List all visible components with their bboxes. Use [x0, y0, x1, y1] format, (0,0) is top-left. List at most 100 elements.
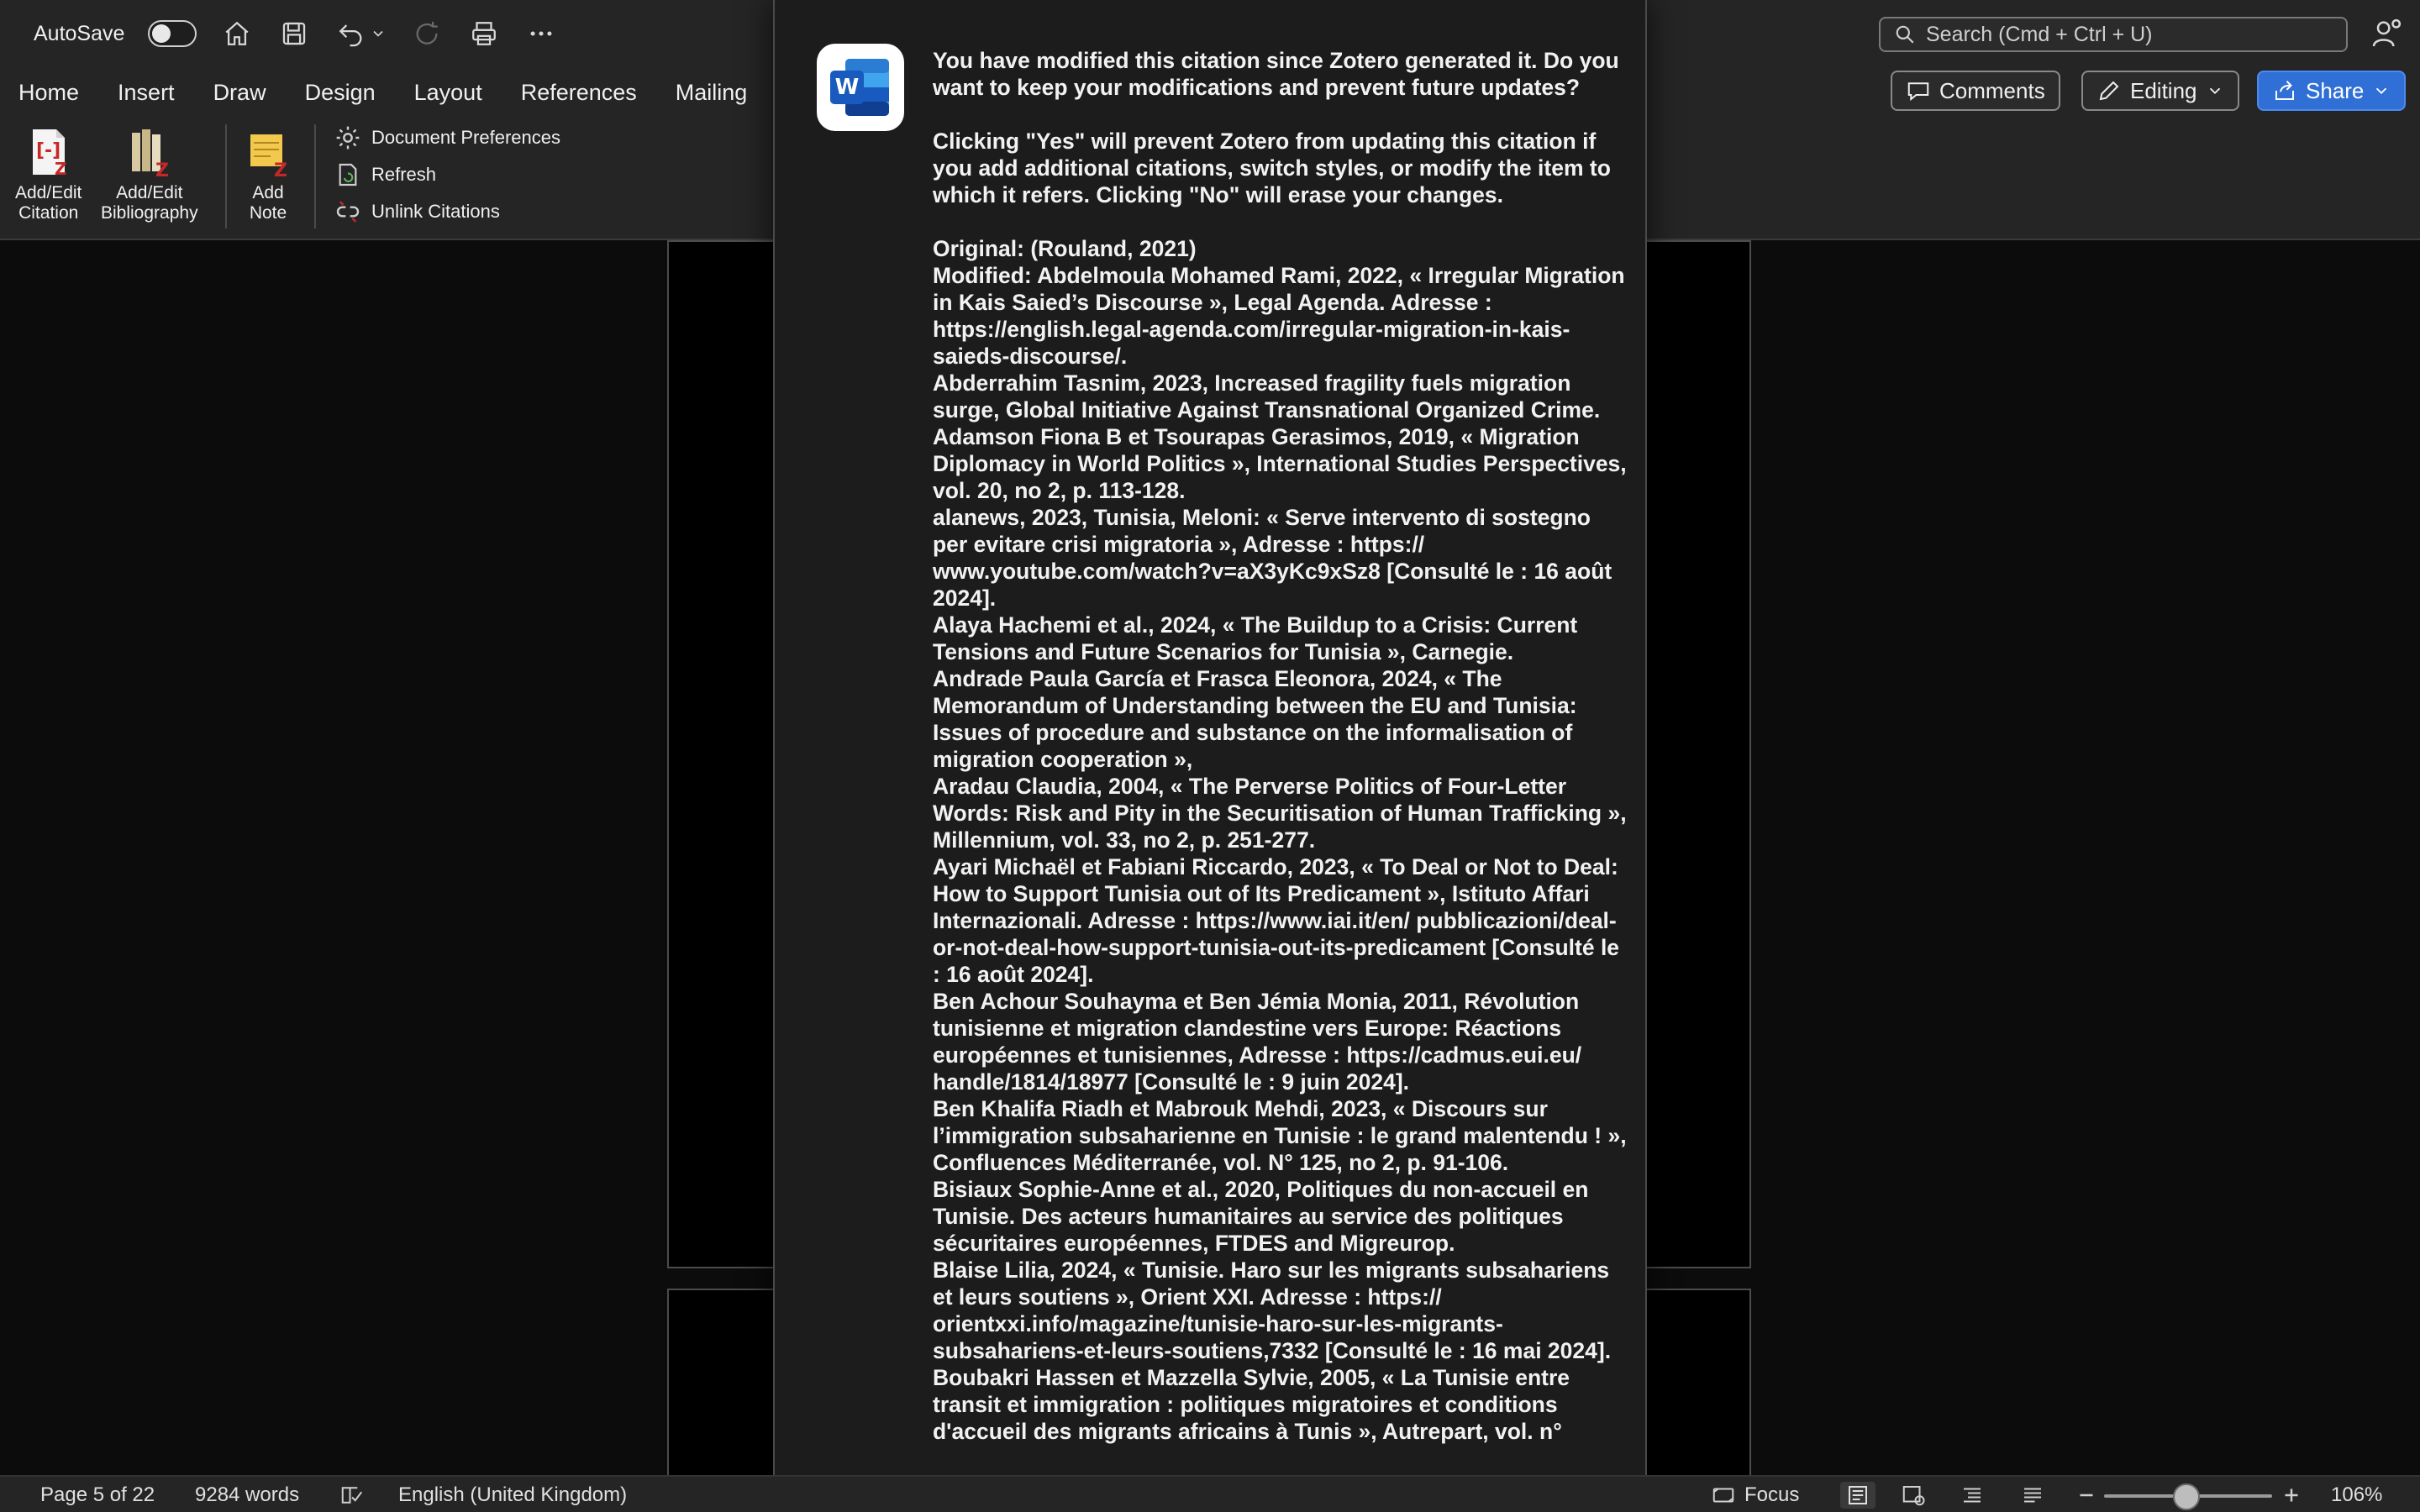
share-label: Share — [2306, 77, 2365, 103]
status-bar: Page 5 of 22 9284 words English (United … — [0, 1475, 2420, 1512]
modified-citation-entry: Alaya Hachemi et al., 2024, « The Buildu… — [933, 612, 1578, 664]
bibliography-icon: Z — [131, 129, 169, 178]
page-count[interactable]: Page 5 of 22 — [40, 1482, 155, 1509]
add-edit-citation-line-1: Add/Edit — [15, 183, 82, 202]
word-app-icon: W — [817, 44, 904, 131]
add-edit-citation-button[interactable]: [-] Z Add/Edit Citation — [15, 126, 82, 223]
toggle-knob — [152, 24, 171, 43]
undo-icon[interactable] — [334, 17, 368, 50]
tab-list: Home Insert Draw Design Layout References Mail… — [18, 74, 786, 111]
add-edit-bibliography-button[interactable]: Z Add/Edit Bibliography — [101, 126, 198, 223]
outline-view-button[interactable] — [1960, 1482, 1985, 1509]
modified-citation-entry: Abderrahim Tasnim, 2023, Increased fragi… — [933, 370, 1601, 423]
tab-design[interactable]: Design — [305, 74, 394, 111]
modified-citation-entry: alanews, 2023, Tunisia, Meloni: « Serve … — [933, 505, 1612, 611]
modified-citation-entry: Aradau Claudia, 2004, « The Perverse Pol… — [933, 774, 1627, 853]
print-layout-view-button[interactable] — [1840, 1482, 1876, 1509]
autosave-label: AutoSave — [34, 21, 125, 45]
pencil-icon — [2099, 81, 2119, 101]
tab-insert[interactable]: Insert — [118, 74, 193, 111]
draft-view-button[interactable] — [2020, 1482, 2045, 1509]
outline-icon — [1964, 1488, 1981, 1503]
document-preferences-button[interactable]: Document Preferences — [334, 124, 560, 151]
share-icon — [2275, 81, 2294, 100]
plus-icon — [2285, 1488, 2298, 1502]
zoom-in-button[interactable] — [2279, 1482, 2304, 1509]
proofing-book-icon — [341, 1487, 363, 1504]
svg-text:Z: Z — [274, 160, 287, 178]
comments-label: Comments — [1939, 77, 2045, 103]
add-note-button[interactable]: Z Add Note — [242, 126, 294, 223]
print-icon[interactable] — [467, 17, 501, 50]
dialog-original-citation: Original: (Rouland, 2021) — [933, 236, 1197, 261]
modified-citation-entry: Ayari Michaël et Fabiani Riccardo, 2023,… — [933, 854, 1620, 987]
chevron-down-icon — [2376, 87, 2387, 95]
account-icon[interactable] — [2370, 17, 2403, 50]
dialog-explanation: Clicking "Yes" will prevent Zotero from … — [933, 129, 1611, 207]
svg-text:Z: Z — [155, 160, 169, 178]
app-icon-letter: W — [835, 75, 860, 100]
unlink-icon — [336, 201, 360, 223]
unlink-citations-label: Unlink Citations — [371, 201, 500, 222]
language-indicator[interactable]: English (United Kingdom) — [398, 1482, 627, 1509]
modified-citation-entry: Ben Khalifa Riadh et Mabrouk Mehdi, 2023… — [933, 1096, 1627, 1175]
autosave-toggle[interactable] — [148, 20, 197, 47]
modified-citation-entry: Boubakri Hassen et Mazzella Sylvie, 2005… — [933, 1365, 1570, 1444]
tab-home[interactable]: Home — [18, 74, 97, 111]
zoom-percentage[interactable]: 106% — [2331, 1482, 2382, 1509]
chevron-down-icon[interactable] — [370, 17, 387, 50]
refresh-icon — [339, 163, 357, 186]
editing-label: Editing — [2130, 77, 2197, 103]
add-edit-bibliography-line-1: Add/Edit — [116, 183, 183, 202]
word-count[interactable]: 9284 words — [195, 1482, 299, 1509]
add-edit-citation-line-2: Citation — [18, 203, 79, 223]
zoom-slider-handle[interactable] — [2173, 1483, 2200, 1510]
tab-mailing[interactable]: Mailing — [676, 74, 766, 111]
more-options-icon[interactable] — [524, 17, 558, 50]
quick-access-toolbar: AutoSave — [34, 15, 558, 52]
chevron-down-icon — [2209, 87, 2220, 95]
modified-citation-entry: Modified: Abdelmoula Mohamed Rami, 2022,… — [933, 263, 1625, 369]
modified-citation-entry: Adamson Fiona B et Tsourapas Gerasimos, … — [933, 424, 1627, 503]
zotero-modified-citation-dialog: W You have modified this citation since … — [773, 0, 1647, 1512]
tab-draw[interactable]: Draw — [213, 74, 285, 111]
dialog-message: You have modified this citation since Zo… — [933, 47, 1630, 1445]
save-icon[interactable] — [277, 17, 311, 50]
zoom-out-button[interactable] — [2074, 1482, 2099, 1509]
web-layout-view-button[interactable] — [1901, 1482, 1926, 1509]
add-note-line-1: Add — [252, 183, 284, 202]
gear-icon — [336, 126, 360, 150]
print-layout-icon — [1849, 1486, 1867, 1504]
comment-icon — [1907, 82, 1929, 102]
proofing-status[interactable] — [339, 1482, 365, 1509]
editing-mode-button[interactable]: Editing — [2081, 71, 2239, 111]
home-icon[interactable] — [220, 17, 254, 50]
modified-citation-list: Modified: Abdelmoula Mohamed Rami, 2022,… — [933, 262, 1630, 1445]
minus-icon — [2080, 1494, 2093, 1497]
dialog-question: You have modified this citation since Zo… — [933, 48, 1619, 100]
search-icon — [1896, 25, 1914, 44]
note-icon: Z — [250, 134, 287, 178]
search-box[interactable]: Search (Cmd + Ctrl + U) — [1879, 17, 2348, 52]
tab-references[interactable]: References — [521, 74, 655, 111]
redo-icon[interactable] — [410, 17, 444, 50]
share-button[interactable]: Share — [2257, 71, 2407, 111]
web-layout-icon — [1902, 1486, 1925, 1506]
modified-citation-entry: Andrade Paula García et Frasca Eleonora,… — [933, 666, 1577, 772]
unlink-citations-button[interactable]: Unlink Citations — [334, 198, 500, 225]
tab-layout[interactable]: Layout — [414, 74, 501, 111]
add-note-line-2: Note — [249, 203, 287, 223]
focus-label: Focus — [1744, 1483, 1800, 1506]
focus-icon — [1712, 1488, 1734, 1503]
refresh-button[interactable]: Refresh — [334, 161, 436, 188]
ribbon-separator — [314, 124, 316, 228]
search-placeholder: Search (Cmd + Ctrl + U) — [1926, 22, 2153, 46]
comments-button[interactable]: Comments — [1891, 71, 2060, 111]
word-window: AutoSave Search (Cmd + Ctrl + U) Home In… — [0, 0, 2420, 1512]
citation-icon: [-] Z — [32, 129, 67, 178]
svg-text:Z: Z — [55, 159, 67, 178]
focus-mode-button[interactable]: Focus — [1711, 1482, 1799, 1509]
document-preferences-label: Document Preferences — [371, 127, 560, 148]
